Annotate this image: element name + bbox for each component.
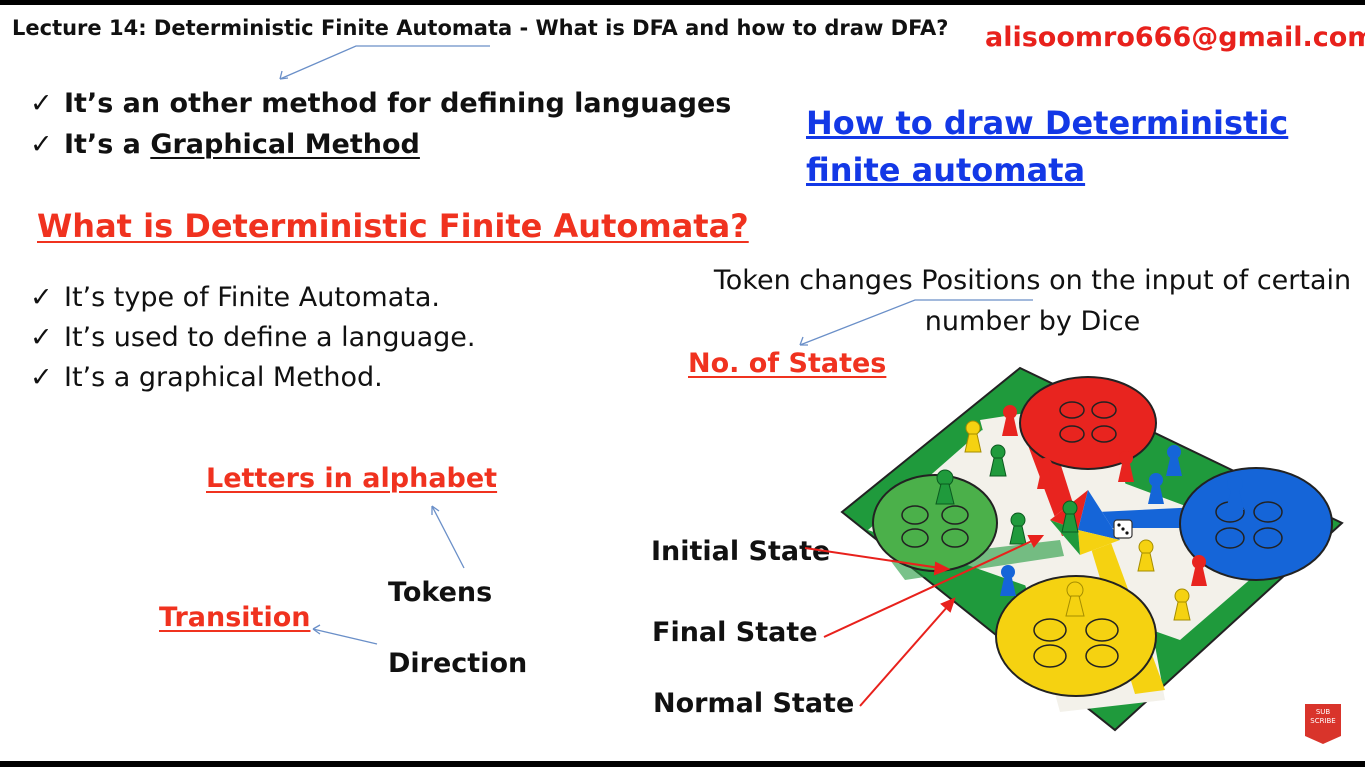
states-callout-arrow (799, 299, 1033, 346)
normal-state-arrow (859, 605, 949, 707)
subscribe-badge[interactable]: SUB SCRIBE (1305, 704, 1341, 744)
title-callout-arrow (279, 45, 490, 80)
dice-icon (1113, 519, 1133, 539)
red-yard (1019, 376, 1157, 470)
tokens-callout-arrow (431, 505, 465, 569)
ludo-board-illustration (279, 45, 1344, 732)
ludo-board (840, 366, 1344, 732)
direction-callout-arrow (312, 628, 378, 645)
green-yard (872, 474, 998, 572)
